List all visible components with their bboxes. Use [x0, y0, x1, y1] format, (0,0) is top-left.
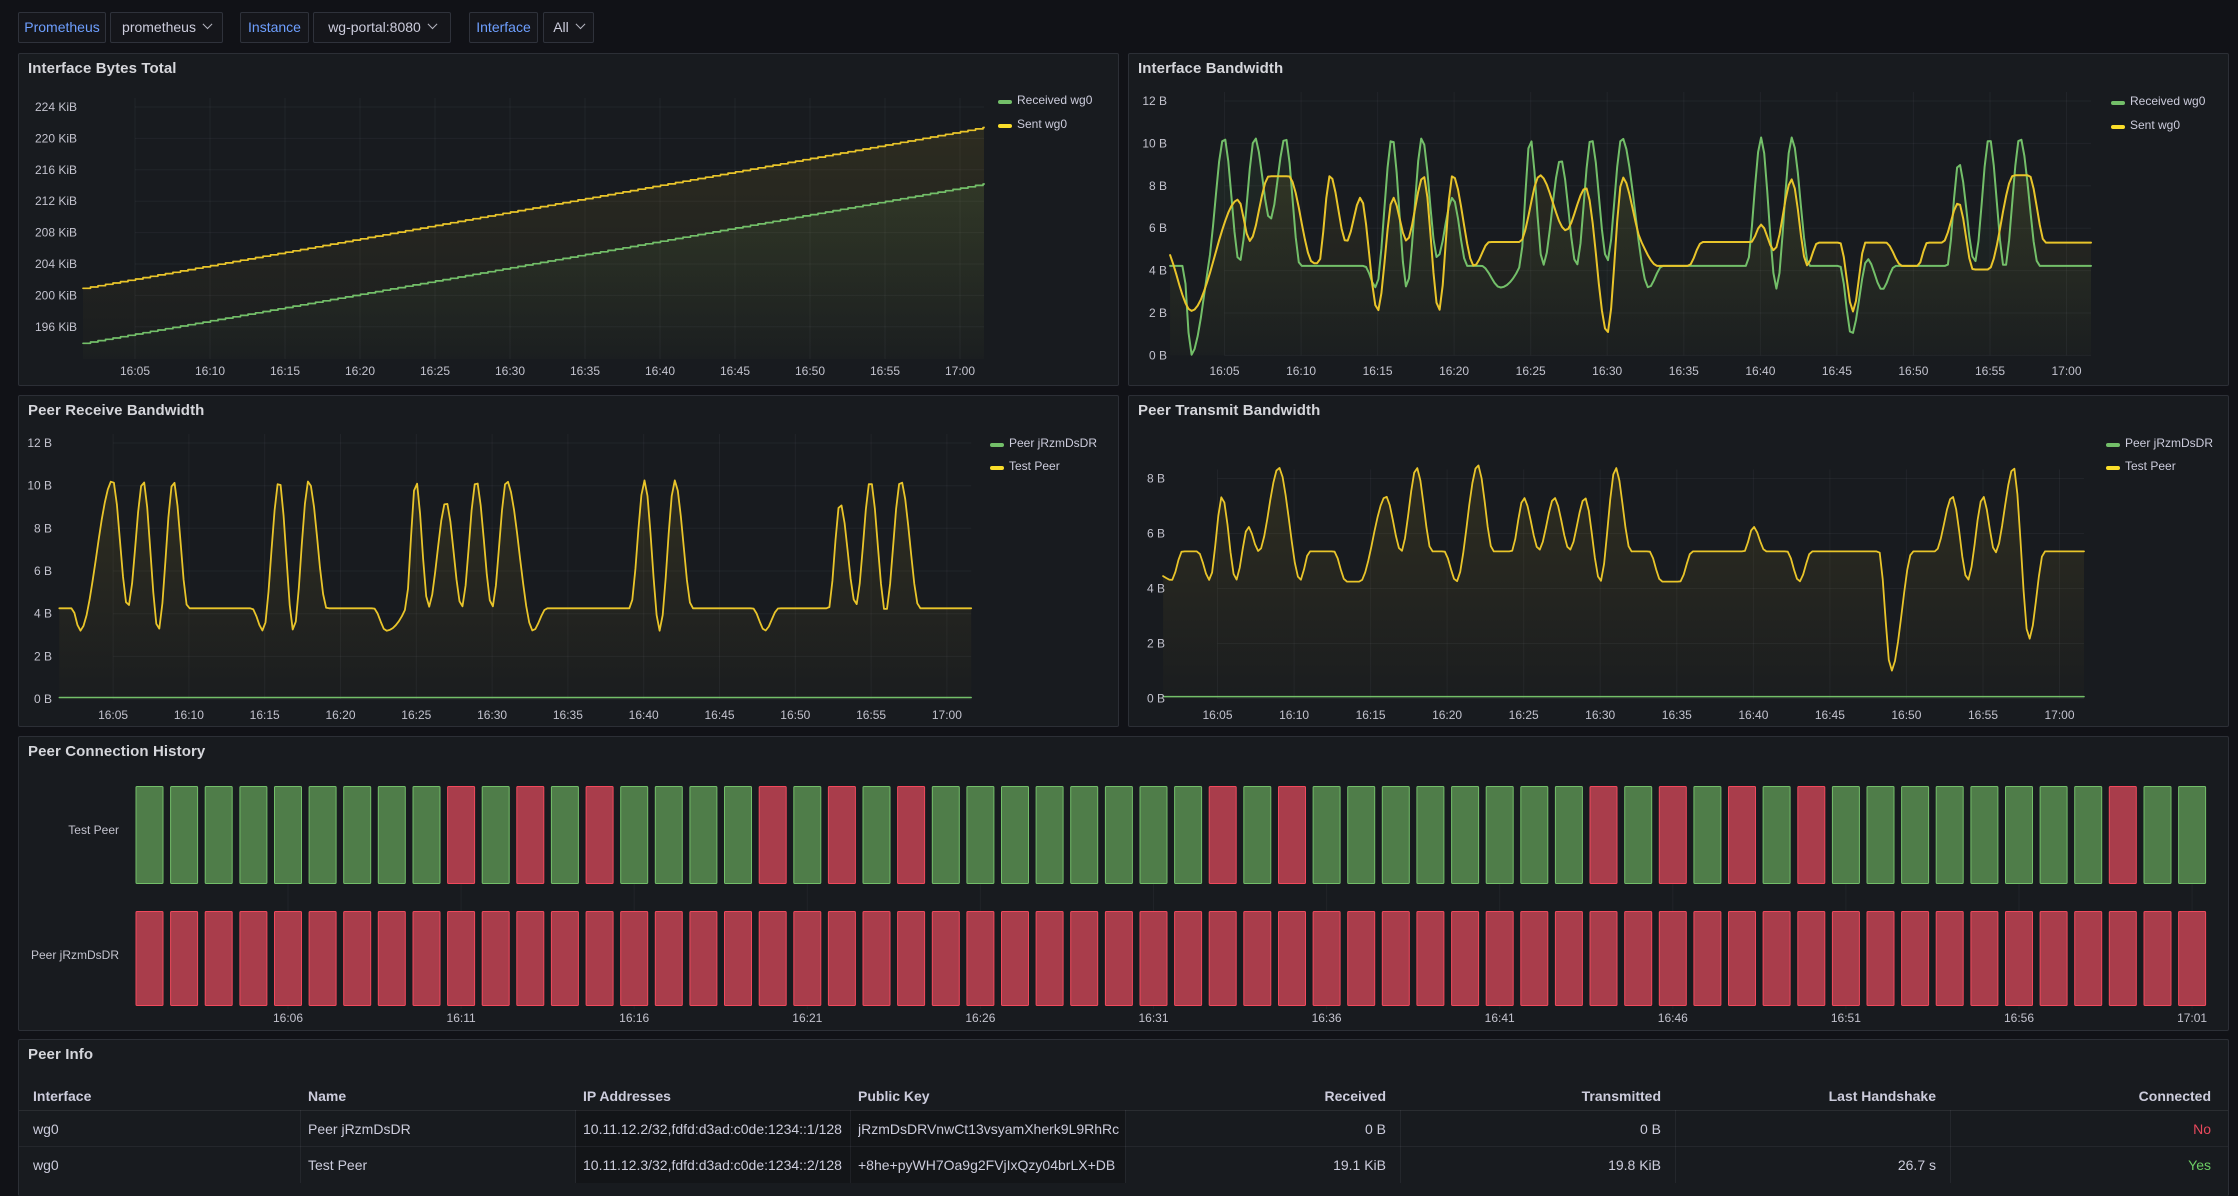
svg-text:12 B: 12 B: [1142, 94, 1167, 108]
svg-text:16:25: 16:25: [1516, 364, 1546, 378]
svg-text:6 B: 6 B: [34, 564, 52, 578]
svg-text:16:40: 16:40: [629, 708, 659, 722]
svg-text:212 KiB: 212 KiB: [35, 194, 77, 208]
svg-text:16:50: 16:50: [795, 364, 825, 378]
svg-text:17:00: 17:00: [2044, 708, 2074, 722]
svg-text:16:55: 16:55: [1975, 364, 2005, 378]
svg-text:16:05: 16:05: [1202, 708, 1232, 722]
svg-text:16:40: 16:40: [645, 364, 675, 378]
svg-text:224 KiB: 224 KiB: [35, 100, 77, 114]
svg-text:4 B: 4 B: [1147, 582, 1165, 596]
svg-text:10 B: 10 B: [1142, 136, 1167, 150]
svg-text:16:35: 16:35: [553, 708, 583, 722]
svg-text:16:30: 16:30: [1592, 364, 1622, 378]
svg-text:16:50: 16:50: [1891, 708, 1921, 722]
svg-text:16:10: 16:10: [1279, 708, 1309, 722]
svg-text:4 B: 4 B: [34, 607, 52, 621]
svg-text:208 KiB: 208 KiB: [35, 226, 77, 240]
svg-text:6 B: 6 B: [1149, 221, 1167, 235]
svg-text:16:41: 16:41: [1485, 1011, 1515, 1025]
svg-text:0 B: 0 B: [34, 692, 52, 706]
svg-text:16:50: 16:50: [1898, 364, 1928, 378]
svg-text:16:20: 16:20: [1439, 364, 1469, 378]
svg-text:8 B: 8 B: [34, 521, 52, 535]
svg-text:16:10: 16:10: [195, 364, 225, 378]
svg-text:17:00: 17:00: [932, 708, 962, 722]
svg-text:16:20: 16:20: [1432, 708, 1462, 722]
svg-text:16:15: 16:15: [1356, 708, 1386, 722]
svg-text:16:45: 16:45: [1815, 708, 1845, 722]
svg-text:17:00: 17:00: [2051, 364, 2081, 378]
svg-text:16:35: 16:35: [1669, 364, 1699, 378]
svg-text:16:15: 16:15: [250, 708, 280, 722]
svg-text:16:05: 16:05: [1209, 364, 1239, 378]
svg-text:2 B: 2 B: [34, 649, 52, 663]
svg-text:16:15: 16:15: [1363, 364, 1393, 378]
svg-text:2 B: 2 B: [1149, 306, 1167, 320]
svg-text:16:21: 16:21: [792, 1011, 822, 1025]
svg-text:4 B: 4 B: [1149, 264, 1167, 278]
svg-text:16:36: 16:36: [1312, 1011, 1342, 1025]
svg-text:16:10: 16:10: [174, 708, 204, 722]
svg-text:16:26: 16:26: [965, 1011, 995, 1025]
svg-text:16:11: 16:11: [447, 1011, 476, 1025]
svg-text:16:35: 16:35: [570, 364, 600, 378]
svg-text:16:30: 16:30: [1585, 708, 1615, 722]
svg-text:16:31: 16:31: [1138, 1011, 1168, 1025]
svg-text:16:50: 16:50: [780, 708, 810, 722]
svg-text:16:55: 16:55: [1968, 708, 1998, 722]
svg-text:16:20: 16:20: [325, 708, 355, 722]
svg-text:16:45: 16:45: [704, 708, 734, 722]
svg-text:16:16: 16:16: [619, 1011, 649, 1025]
svg-text:17:01: 17:01: [2177, 1011, 2207, 1025]
svg-text:10 B: 10 B: [27, 479, 52, 493]
svg-text:196 KiB: 196 KiB: [35, 320, 77, 334]
svg-text:16:30: 16:30: [477, 708, 507, 722]
svg-text:16:45: 16:45: [1822, 364, 1852, 378]
svg-text:6 B: 6 B: [1147, 527, 1165, 541]
svg-text:216 KiB: 216 KiB: [35, 163, 77, 177]
svg-text:16:10: 16:10: [1286, 364, 1316, 378]
svg-text:16:25: 16:25: [1509, 708, 1539, 722]
svg-text:16:55: 16:55: [870, 364, 900, 378]
svg-text:16:30: 16:30: [495, 364, 525, 378]
svg-text:16:06: 16:06: [273, 1011, 303, 1025]
svg-text:0 B: 0 B: [1149, 348, 1167, 362]
svg-text:17:00: 17:00: [945, 364, 975, 378]
svg-text:16:45: 16:45: [720, 364, 750, 378]
svg-text:16:20: 16:20: [345, 364, 375, 378]
svg-text:Peer jRzmDsDR: Peer jRzmDsDR: [31, 948, 119, 962]
svg-text:16:05: 16:05: [98, 708, 128, 722]
svg-text:16:15: 16:15: [270, 364, 300, 378]
svg-text:8 B: 8 B: [1147, 472, 1165, 486]
svg-text:16:40: 16:40: [1738, 708, 1768, 722]
svg-text:16:51: 16:51: [1831, 1011, 1861, 1025]
svg-text:220 KiB: 220 KiB: [35, 131, 77, 145]
svg-text:16:56: 16:56: [2004, 1011, 2034, 1025]
svg-text:2 B: 2 B: [1147, 637, 1165, 651]
svg-text:200 KiB: 200 KiB: [35, 288, 77, 302]
svg-text:16:46: 16:46: [1658, 1011, 1688, 1025]
svg-text:16:55: 16:55: [856, 708, 886, 722]
svg-text:16:25: 16:25: [420, 364, 450, 378]
svg-text:204 KiB: 204 KiB: [35, 257, 77, 271]
svg-text:16:40: 16:40: [1745, 364, 1775, 378]
svg-text:12 B: 12 B: [27, 436, 52, 450]
svg-text:0 B: 0 B: [1147, 692, 1165, 706]
svg-text:16:35: 16:35: [1662, 708, 1692, 722]
svg-text:8 B: 8 B: [1149, 179, 1167, 193]
svg-text:16:05: 16:05: [120, 364, 150, 378]
svg-text:Test Peer: Test Peer: [68, 823, 119, 837]
svg-text:16:25: 16:25: [401, 708, 431, 722]
